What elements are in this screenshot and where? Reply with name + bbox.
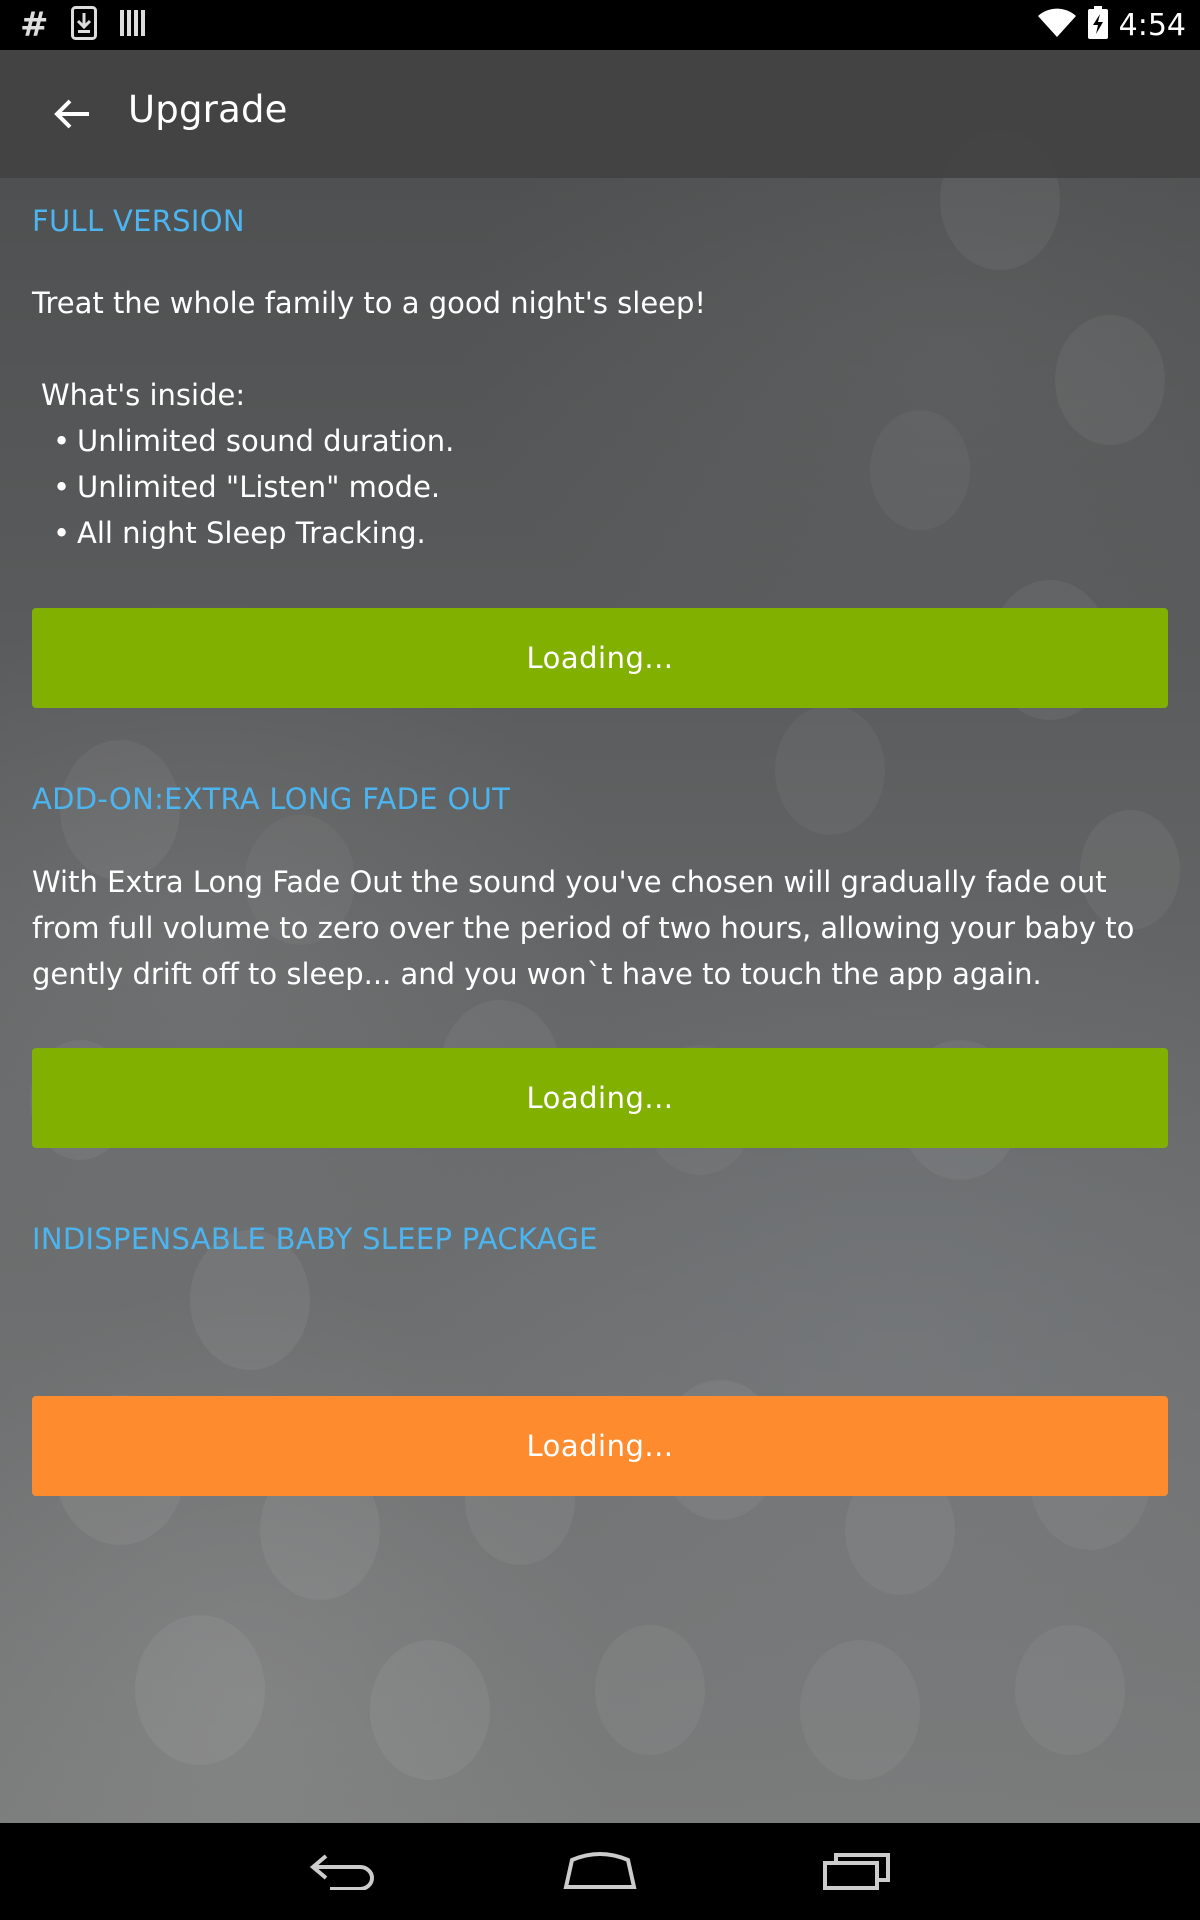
wifi-icon (1037, 7, 1077, 43)
nav-back-icon (308, 1850, 378, 1894)
screen: # 4:54 Upgrade FULL VERSION Treat the wh… (0, 0, 1200, 1920)
status-bar: # 4:54 (0, 0, 1200, 50)
status-icons-right: 4:54 (1037, 0, 1186, 50)
feature-text: Unlimited "Listen" mode. (77, 470, 441, 504)
app-bar: Upgrade (0, 50, 1200, 178)
list-item: Unlimited sound duration. (32, 418, 454, 464)
arrow-back-icon (53, 98, 91, 134)
back-button[interactable] (42, 86, 102, 146)
download-icon (70, 6, 97, 44)
navigation-bar (0, 1823, 1200, 1920)
feature-list: Unlimited sound duration. Unlimited "Lis… (32, 418, 454, 556)
feature-text: All night Sleep Tracking. (77, 516, 426, 550)
addon-fade-description: With Extra Long Fade Out the sound you'v… (32, 865, 1135, 991)
list-item: All night Sleep Tracking. (32, 510, 454, 556)
baby-package-title: INDISPENSABLE BABY SLEEP PACKAGE (32, 1222, 598, 1256)
nav-home-button[interactable] (540, 1837, 660, 1907)
upgrade-screen: Upgrade FULL VERSION Treat the whole fam… (0, 50, 1200, 1823)
buy-baby-package-button[interactable]: Loading... (32, 1396, 1168, 1496)
nav-recents-icon (822, 1850, 892, 1894)
full-version-description: Treat the whole family to a good night's… (32, 286, 707, 320)
feature-text: Unlimited sound duration. (77, 424, 455, 458)
buy-full-version-button[interactable]: Loading... (32, 608, 1168, 708)
list-item: Unlimited "Listen" mode. (32, 464, 454, 510)
full-version-title: FULL VERSION (32, 204, 245, 238)
clock-time: 4:54 (1118, 7, 1186, 43)
hash-icon: # (20, 5, 49, 45)
nav-back-button[interactable] (283, 1837, 403, 1907)
status-icons-left: # (20, 0, 149, 50)
buy-fade-out-button[interactable]: Loading... (32, 1048, 1168, 1148)
barcode-icon (119, 8, 149, 42)
page-title: Upgrade (128, 88, 288, 131)
whats-inside-label: What's inside: (41, 378, 246, 412)
battery-charging-icon (1087, 6, 1109, 44)
nav-home-icon (562, 1850, 638, 1894)
addon-fade-title: ADD-ON:EXTRA LONG FADE OUT (32, 782, 511, 816)
nav-recents-button[interactable] (797, 1837, 917, 1907)
